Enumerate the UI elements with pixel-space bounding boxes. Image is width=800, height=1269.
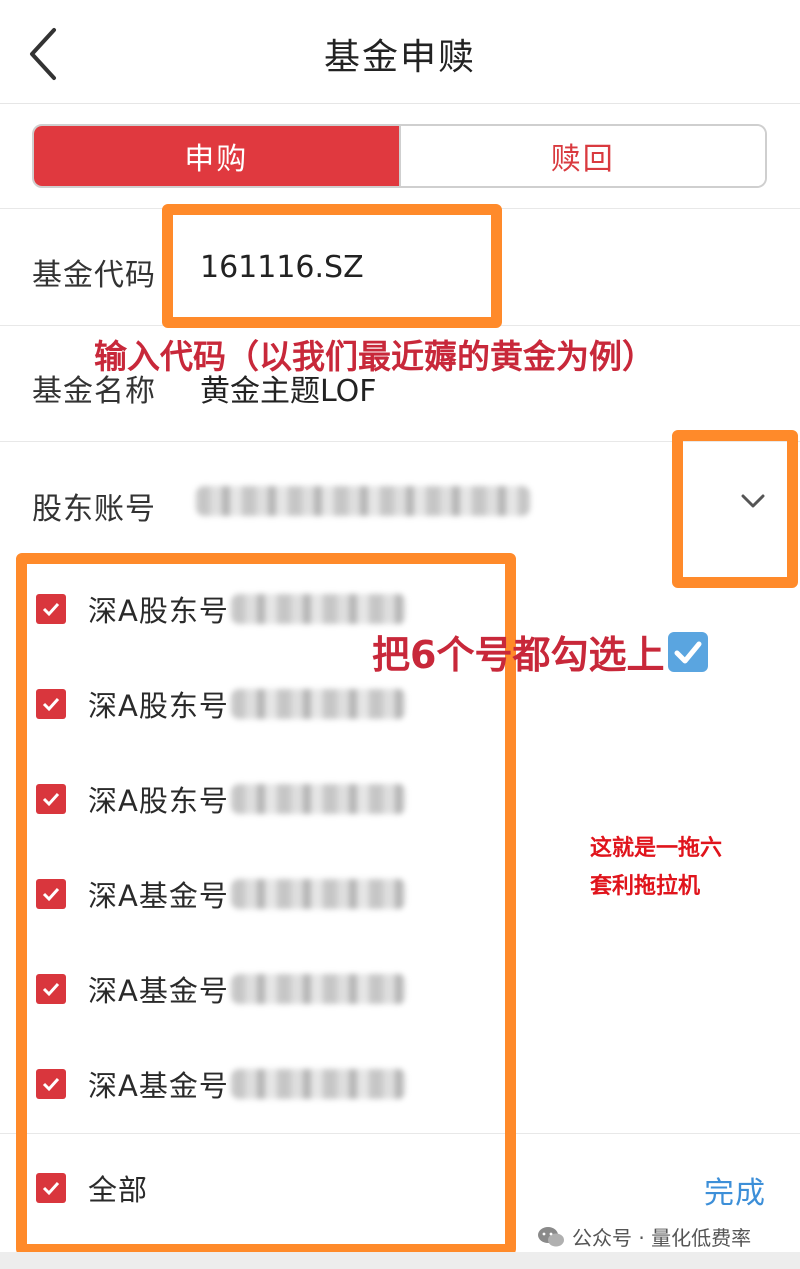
tab-subscribe[interactable]: 申购 bbox=[34, 126, 399, 186]
tab-redeem[interactable]: 赎回 bbox=[398, 126, 765, 186]
annotation-note-line2: 套利拖拉机 bbox=[590, 874, 701, 899]
shareholder-account-value-blurred[interactable] bbox=[196, 486, 530, 516]
annotation-box-dropdown bbox=[672, 430, 798, 588]
annotation-note-line1: 这就是一拖六 bbox=[590, 836, 723, 861]
buy-redeem-tabs: 申购 赎回 bbox=[32, 124, 767, 188]
annotation-note: 这就是一拖六 套利拖拉机 bbox=[590, 830, 722, 906]
shareholder-account-label: 股东账号 bbox=[32, 492, 156, 527]
annotation-box-fund-code bbox=[162, 204, 502, 328]
annotation-check-all-text: 把6个号都勾选上 bbox=[372, 633, 665, 677]
watermark: 公众号 · 量化低费率 bbox=[536, 1222, 751, 1251]
watermark-text: 公众号 · 量化低费率 bbox=[572, 1226, 752, 1250]
done-button[interactable]: 完成 bbox=[704, 1168, 766, 1212]
wechat-icon bbox=[538, 1226, 564, 1246]
annotation-input-code: 输入代码（以我们最近薅的黄金为例） bbox=[94, 337, 655, 376]
checkmark-emoji-icon bbox=[668, 631, 709, 672]
annotation-check-all: 把6个号都勾选上 bbox=[372, 624, 709, 679]
page-title: 基金申赎 bbox=[323, 37, 476, 78]
fund-code-label: 基金代码 bbox=[32, 258, 156, 293]
bottom-strip bbox=[0, 1252, 800, 1269]
